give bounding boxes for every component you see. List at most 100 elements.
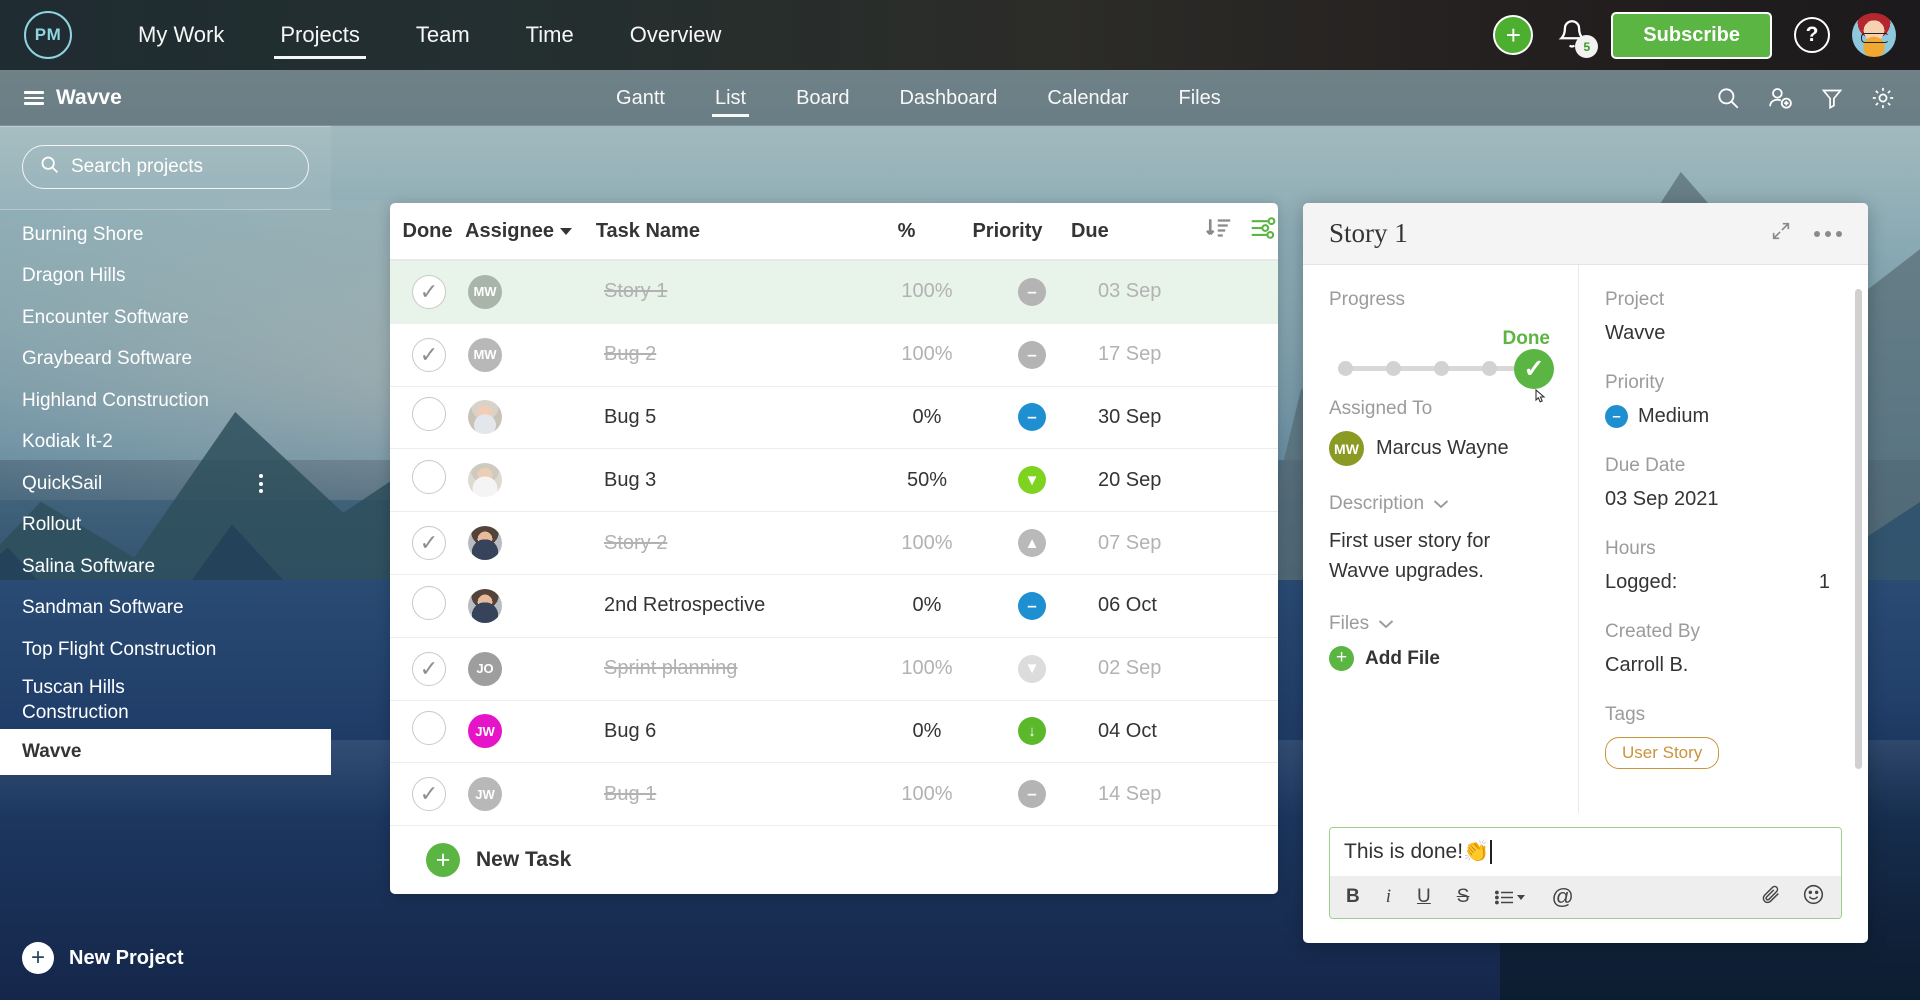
- sidebar-item-highland-construction[interactable]: Highland Construction: [0, 380, 331, 422]
- assignee-cell[interactable]: MW: [468, 337, 604, 372]
- priority-cell[interactable]: ↓: [966, 717, 1098, 746]
- app-logo[interactable]: PM: [24, 11, 72, 59]
- assignee-cell[interactable]: JW: [468, 714, 604, 749]
- subscribe-button[interactable]: Subscribe: [1611, 11, 1772, 59]
- avatar[interactable]: [1852, 13, 1896, 57]
- tab-dashboard[interactable]: Dashboard: [874, 70, 1022, 126]
- assignee-cell[interactable]: JW: [468, 777, 604, 812]
- done-checkbox[interactable]: [390, 397, 468, 437]
- underline-button[interactable]: U: [1417, 886, 1431, 908]
- assignee-cell[interactable]: [468, 588, 604, 623]
- done-checkbox[interactable]: [390, 274, 468, 309]
- priority-cell[interactable]: –: [966, 340, 1098, 369]
- task-name[interactable]: 2nd Retrospective: [604, 594, 888, 617]
- table-row[interactable]: JW Bug 1 100% – 14 Sep: [390, 763, 1278, 827]
- tab-calendar[interactable]: Calendar: [1022, 70, 1153, 126]
- task-name[interactable]: Bug 1: [604, 783, 888, 806]
- table-row[interactable]: 2nd Retrospective 0% – 06 Oct: [390, 575, 1278, 638]
- progress-node[interactable]: [1338, 361, 1353, 376]
- nav-item-overview[interactable]: Overview: [602, 0, 750, 70]
- column-header-assignee[interactable]: Assignee: [465, 220, 596, 243]
- tab-gantt[interactable]: Gantt: [591, 70, 690, 126]
- search-icon[interactable]: [1715, 85, 1741, 111]
- done-checkbox[interactable]: [390, 777, 468, 812]
- table-row[interactable]: MW Story 1 100% – 03 Sep: [390, 261, 1278, 324]
- table-row[interactable]: MW Bug 2 100% – 17 Sep: [390, 324, 1278, 387]
- project-options-icon[interactable]: [259, 474, 263, 494]
- nav-item-time[interactable]: Time: [498, 0, 602, 70]
- new-task-button[interactable]: + New Task: [390, 826, 1278, 894]
- priority-cell[interactable]: –: [966, 780, 1098, 809]
- tab-board[interactable]: Board: [771, 70, 874, 126]
- sidebar-item-tuscan-hills-construction[interactable]: Tuscan Hills Construction: [0, 671, 331, 729]
- tab-list[interactable]: List: [690, 70, 771, 126]
- task-name[interactable]: Story 1: [604, 280, 888, 303]
- add-person-icon[interactable]: [1767, 85, 1794, 111]
- sidebar-item-wavve[interactable]: Wavve: [0, 728, 331, 775]
- priority-cell[interactable]: –: [966, 591, 1098, 620]
- gear-icon[interactable]: [1870, 85, 1896, 111]
- done-checkbox[interactable]: [390, 526, 468, 561]
- table-row[interactable]: JO Sprint planning 100% ▼ 02 Sep: [390, 638, 1278, 701]
- nav-item-team[interactable]: Team: [388, 0, 498, 70]
- priority-cell[interactable]: ▲: [966, 529, 1098, 558]
- list-icon[interactable]: [1495, 890, 1526, 905]
- task-name[interactable]: Bug 3: [604, 469, 888, 492]
- new-project-button[interactable]: + New Project: [0, 924, 331, 1000]
- progress-slider[interactable]: Done ✓: [1329, 322, 1554, 403]
- column-header-due[interactable]: Due: [1071, 220, 1196, 243]
- assignee-cell[interactable]: [468, 400, 604, 435]
- chevron-down-icon[interactable]: [559, 227, 572, 235]
- help-icon[interactable]: ?: [1794, 17, 1830, 53]
- bold-button[interactable]: B: [1346, 886, 1360, 908]
- italic-button[interactable]: i: [1386, 886, 1391, 908]
- done-checkbox[interactable]: [390, 711, 468, 751]
- assignee-cell[interactable]: [468, 526, 604, 561]
- task-name[interactable]: Bug 5: [604, 406, 888, 429]
- project-value[interactable]: Wavve: [1605, 322, 1848, 345]
- sidebar-item-top-flight-construction[interactable]: Top Flight Construction: [0, 629, 331, 671]
- task-name[interactable]: Story 2: [604, 532, 888, 555]
- mention-button[interactable]: @: [1551, 884, 1573, 910]
- done-checkbox[interactable]: [390, 651, 468, 686]
- column-header-percent[interactable]: %: [869, 220, 944, 243]
- table-row[interactable]: Bug 3 50% ▼ 20 Sep: [390, 449, 1278, 513]
- progress-done-icon[interactable]: ✓: [1514, 349, 1554, 389]
- due-date-value[interactable]: 03 Sep 2021: [1605, 488, 1848, 511]
- progress-node[interactable]: [1482, 361, 1497, 376]
- priority-cell[interactable]: –: [966, 277, 1098, 306]
- nav-item-my-work[interactable]: My Work: [110, 0, 252, 70]
- assignee-cell[interactable]: JO: [468, 651, 604, 686]
- sidebar-item-sandman-software[interactable]: Sandman Software: [0, 588, 331, 630]
- progress-node[interactable]: [1434, 361, 1449, 376]
- done-checkbox[interactable]: [390, 460, 468, 500]
- progress-node[interactable]: [1386, 361, 1401, 376]
- assignee-cell[interactable]: [468, 463, 604, 498]
- comment-editor[interactable]: This is done! 👏 B i U S @: [1329, 827, 1842, 919]
- sidebar-item-kodiak-it-2[interactable]: Kodiak It-2: [0, 422, 331, 464]
- sidebar-item-quicksail[interactable]: QuickSail: [0, 463, 331, 505]
- filter-icon[interactable]: [1820, 85, 1844, 111]
- done-checkbox[interactable]: [390, 585, 468, 626]
- priority-cell[interactable]: ▼: [966, 654, 1098, 683]
- search-projects-input[interactable]: Search projects: [22, 145, 309, 189]
- detail-scrollbar[interactable]: [1855, 289, 1862, 769]
- table-row[interactable]: Bug 5 0% – 30 Sep: [390, 387, 1278, 450]
- emoji-icon[interactable]: [1802, 883, 1825, 912]
- assignee-cell[interactable]: MW: [468, 274, 604, 309]
- sidebar-item-graybeard-software[interactable]: Graybeard Software: [0, 339, 331, 381]
- hamburger-menu-icon[interactable]: [24, 91, 44, 105]
- task-name[interactable]: Bug 6: [604, 720, 888, 743]
- comment-input[interactable]: This is done! 👏: [1330, 828, 1841, 876]
- expand-icon[interactable]: [1770, 220, 1792, 247]
- column-settings-icon[interactable]: [1248, 213, 1278, 249]
- paperclip-icon[interactable]: [1760, 883, 1782, 911]
- task-name[interactable]: Sprint planning: [604, 657, 888, 680]
- sort-descending-icon[interactable]: [1204, 213, 1234, 249]
- sidebar-item-dragon-hills[interactable]: Dragon Hills: [0, 256, 331, 298]
- plus-icon[interactable]: +: [1493, 15, 1534, 55]
- description-label[interactable]: Description: [1329, 493, 1554, 515]
- more-options-icon[interactable]: [1814, 230, 1842, 237]
- bell-icon[interactable]: 5: [1555, 17, 1599, 58]
- priority-cell[interactable]: ▼: [966, 466, 1098, 495]
